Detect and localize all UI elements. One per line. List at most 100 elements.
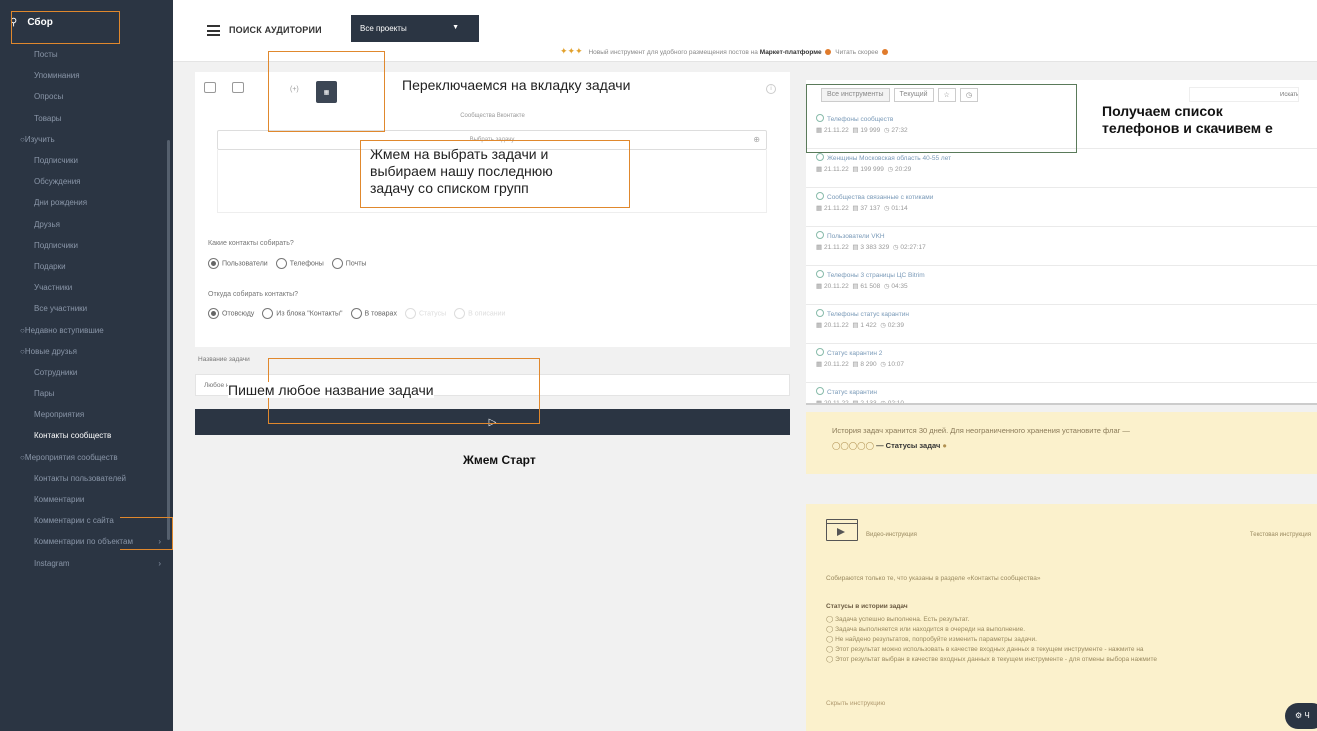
sidebar-item-label: Контакты пользователей <box>34 473 127 483</box>
annotation-box-list <box>806 84 1077 153</box>
text-instruction-link[interactable]: Текстовая инструкция <box>1250 532 1311 538</box>
radio-dot <box>208 308 219 319</box>
info-icon[interactable]: i <box>766 84 776 94</box>
radio-dot <box>262 308 274 319</box>
status-icon <box>816 153 824 161</box>
export-icon[interactable] <box>232 82 244 93</box>
sidebar-item[interactable]: Друзья <box>0 214 173 235</box>
task-item[interactable]: Пользователи VKH ▦ 21.11.22 ▤ 3 383 329 ◷… <box>806 227 1317 266</box>
calendar-icon: ▦ <box>816 166 824 173</box>
read-more-link[interactable]: Читать скорее <box>835 49 878 56</box>
task-item[interactable]: Телефоны статус карантин ▦ 20.11.22 ▤ 1 4… <box>806 305 1317 344</box>
radio-contacts-block[interactable]: Из блока "Контакты" <box>262 308 343 319</box>
sidebar-item[interactable]: Подарки <box>0 256 173 277</box>
task-item[interactable]: Статус карантин ▦ 20.11.22 ▤ 2 133 ◷ 02:1… <box>806 383 1317 405</box>
sidebar-item-label: Подписчики <box>34 156 79 166</box>
radio-dot <box>208 258 219 269</box>
sidebar-item[interactable]: Товары <box>0 108 173 129</box>
gear-icon: ⚙ <box>1295 711 1303 720</box>
sidebar: ⚲ Сбор Посты Упоминания Опросы Товары ○ Изуч… <box>0 0 173 731</box>
history-notice-text: История задач хранится 30 дней. Для неог… <box>832 426 1130 435</box>
import-icon[interactable] <box>204 82 216 93</box>
status-row: ◯ Задача успешно выполнена. Есть результ… <box>826 616 970 623</box>
annotation-switch-tab: Переключаемся на вкладку задачи <box>402 77 631 93</box>
sidebar-item[interactable]: Пары <box>0 383 173 404</box>
sidebar-item[interactable]: Instagram › <box>0 553 173 574</box>
chat-button[interactable]: ⚙ Ч <box>1285 703 1317 729</box>
sidebar-item-label: Упоминания <box>34 71 80 81</box>
radio-phones[interactable]: Телефоны <box>275 258 324 269</box>
sidebar-item[interactable]: ○ Новые друзья <box>0 341 173 362</box>
sidebar-item-label: Мероприятия <box>34 410 85 420</box>
sidebar-item-label: Товары <box>34 113 62 123</box>
sidebar-item[interactable]: Комментарии <box>0 489 173 510</box>
task-meta: ▦ 20.11.22 ▤ 2 133 ◷ 02:10 <box>816 400 905 405</box>
sidebar-item[interactable]: Сотрудники <box>0 362 173 383</box>
task-name[interactable]: Статус карантин <box>816 387 1307 396</box>
sidebar-item[interactable]: Подписчики <box>0 235 173 256</box>
clock-icon: ◷ <box>880 400 888 405</box>
task-item[interactable]: Сообщества связанные с котиками ▦ 21.11.2… <box>806 188 1317 227</box>
video-instruction-link[interactable]: Видео-инструкция <box>866 532 917 538</box>
annotation-box-tab <box>268 51 385 132</box>
status-row: ◯ Этот результат можно использовать в ка… <box>826 646 1144 653</box>
marketplace-link[interactable]: Маркет-платформе <box>760 49 822 56</box>
sidebar-item[interactable]: Мероприятия <box>0 404 173 425</box>
task-name[interactable]: Сообщества связанные с котиками <box>816 192 1307 201</box>
clock-icon: ◷ <box>880 322 888 329</box>
calendar-icon: ▦ <box>816 322 824 329</box>
task-item[interactable]: Статус карантин 2 ▦ 20.11.22 ▤ 8 290 ◷ 10… <box>806 344 1317 383</box>
sidebar-item[interactable]: Опросы <box>0 86 173 107</box>
sidebar-item[interactable]: ○ Мероприятия сообществ <box>0 447 173 468</box>
task-name[interactable]: Пользователи VKH <box>816 231 1307 240</box>
radio-emails[interactable]: Почты <box>331 258 366 269</box>
sidebar-item-label: Сотрудники <box>34 367 78 377</box>
sidebar-item[interactable]: ○ Недавно вступившие <box>0 319 173 340</box>
sidebar-item[interactable]: Контакты сообществ <box>0 425 173 446</box>
calendar-icon: ▦ <box>816 205 824 212</box>
task-name[interactable]: Женщины Московская область 40-55 лет <box>816 153 1307 162</box>
task-name[interactable]: Телефоны 3 страницы ЦС Bitrim <box>816 270 1307 279</box>
project-select[interactable]: Все проекты ▼ <box>351 15 479 42</box>
sidebar-item[interactable]: Подписчики <box>0 150 173 171</box>
sidebar-item-label: Участники <box>34 283 73 293</box>
task-item[interactable]: Телефоны 3 страницы ЦС Bitrim ▦ 20.11.22 … <box>806 266 1317 305</box>
sidebar-item[interactable]: Упоминания <box>0 65 173 86</box>
chevron-right-icon: › <box>158 558 161 568</box>
video-icon[interactable] <box>826 519 858 541</box>
status-icon <box>816 309 824 317</box>
task-search-input[interactable] <box>1189 87 1299 102</box>
source-radios: Отовсюду Из блока "Контакты" В товарах С… <box>208 308 505 319</box>
radio-description[interactable]: В описании <box>454 308 505 319</box>
radio-users[interactable]: Пользователи <box>208 258 268 269</box>
menu-icon[interactable] <box>207 25 220 36</box>
emoji-icon <box>825 49 832 56</box>
contact-type-radios: Пользователи Телефоны Почты <box>208 258 366 269</box>
sidebar-item[interactable]: ○ Изучить <box>0 129 173 150</box>
radio-everywhere[interactable]: Отовсюду <box>208 308 254 319</box>
task-name[interactable]: Телефоны статус карантин <box>816 309 1307 318</box>
task-name[interactable]: Статус карантин 2 <box>816 348 1307 357</box>
sidebar-item[interactable]: Дни рождения <box>0 192 173 213</box>
caret-down-icon: ▼ <box>452 24 459 31</box>
task-item[interactable]: Женщины Московская область 40-55 лет ▦ 21… <box>806 149 1317 188</box>
status-icon <box>816 387 824 395</box>
sidebar-item[interactable]: Все участники <box>0 298 173 319</box>
plus-icon[interactable]: ⊕ <box>753 131 760 149</box>
sidebar-scrollbar[interactable] <box>167 140 170 540</box>
radio-goods[interactable]: В товарах <box>350 308 397 319</box>
radio-dot <box>350 308 362 319</box>
status-icon <box>816 348 824 356</box>
radio-statuses[interactable]: Статусы <box>404 308 446 319</box>
hide-instructions-link[interactable]: Скрыть инструкцию <box>826 700 885 707</box>
sidebar-item[interactable]: Обсуждения <box>0 171 173 192</box>
sidebar-list: Посты Упоминания Опросы Товары ○ Изучить Подп… <box>0 44 173 574</box>
emoji-icon <box>882 49 889 56</box>
task-meta: ▦ 20.11.22 ▤ 1 422 ◷ 02:39 <box>816 322 905 329</box>
radio-dot <box>275 258 287 269</box>
sidebar-item-label: Instagram <box>34 558 70 568</box>
sidebar-item[interactable]: Посты <box>0 44 173 65</box>
sidebar-item[interactable]: Участники <box>0 277 173 298</box>
sidebar-item[interactable]: Контакты пользователей <box>0 468 173 489</box>
calendar-icon: ▦ <box>816 361 824 368</box>
